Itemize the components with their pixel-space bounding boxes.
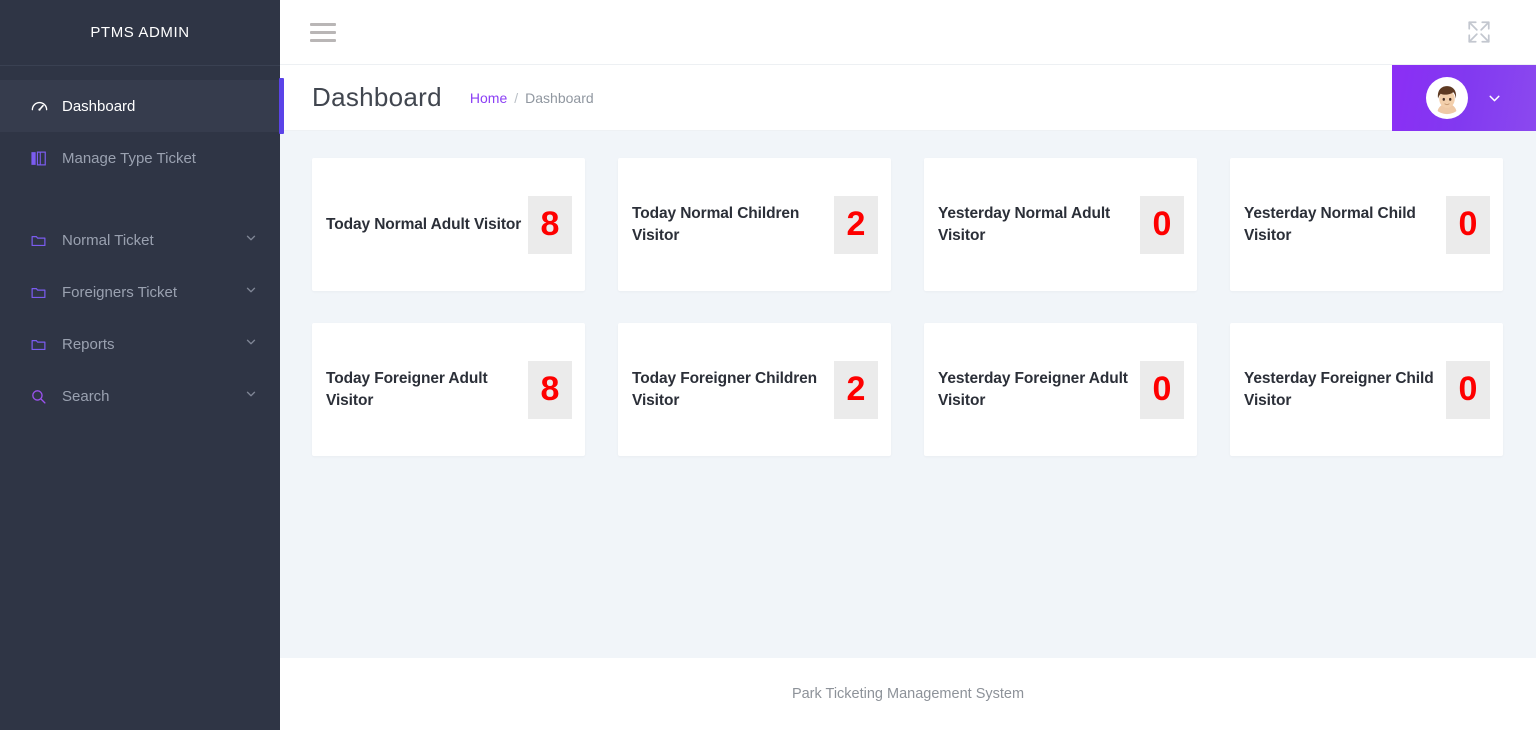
sidebar-item-label: Dashboard [62,98,258,115]
sidebar-item-search[interactable]: Search [0,370,280,422]
sidebar: PTMS ADMIN Dashboard [0,0,280,730]
stat-card[interactable]: Today Normal Adult Visitor 8 [312,158,585,291]
stat-card[interactable]: Yesterday Normal Adult Visitor 0 [924,158,1197,291]
stat-card-label: Today Normal Children Visitor [632,203,828,247]
active-nav-indicator [279,78,284,134]
stat-card-value: 0 [1140,361,1184,419]
speedometer-icon [30,97,54,116]
expand-arrows-icon[interactable] [1464,17,1494,47]
avatar [1426,77,1468,119]
columns-icon [30,150,54,167]
search-icon [30,388,54,405]
sidebar-section-header: s [0,184,280,214]
top-bar [280,0,1536,65]
stat-card-label: Today Normal Adult Visitor [326,214,522,236]
sidebar-item-label: Normal Ticket [62,232,244,249]
stat-card-row: Today Normal Adult Visitor 8 Today Norma… [312,158,1536,291]
stat-card-value: 2 [834,361,878,419]
chevron-down-icon[interactable] [244,231,258,249]
sidebar-item-label: Manage Type Ticket [62,150,258,167]
stat-card[interactable]: Yesterday Foreigner Adult Visitor 0 [924,323,1197,456]
brand-title: PTMS ADMIN [0,0,280,65]
stat-card-value: 8 [528,361,572,419]
sidebar-item-reports[interactable]: Reports [0,318,280,370]
breadcrumb-separator: / [514,90,518,106]
main-area: Dashboard Home / Dashboard [280,0,1536,730]
app-root: PTMS ADMIN Dashboard [0,0,1536,730]
stat-card[interactable]: Today Foreigner Children Visitor 2 [618,323,891,456]
folder-icon [30,284,54,301]
stat-card-value: 0 [1446,196,1490,254]
chevron-down-icon[interactable] [1486,90,1503,107]
stat-card[interactable]: Yesterday Normal Child Visitor 0 [1230,158,1503,291]
user-avatar-glyph [1428,79,1466,117]
breadcrumb-home-link[interactable]: Home [470,90,507,106]
folder-icon [30,232,54,249]
hamburger-icon[interactable] [308,19,338,45]
sidebar-item-dashboard[interactable]: Dashboard [0,80,280,132]
stat-card-label: Yesterday Foreigner Child Visitor [1244,368,1440,412]
stat-card-label: Today Foreigner Children Visitor [632,368,828,412]
footer-text: Park Ticketing Management System [792,686,1024,702]
user-menu[interactable] [1392,65,1536,131]
sidebar-item-manage-type-ticket[interactable]: Manage Type Ticket [0,132,280,184]
chevron-down-icon[interactable] [244,335,258,353]
sidebar-item-label: Search [62,388,244,405]
footer: Park Ticketing Management System [280,658,1536,730]
sidebar-spacer [0,66,280,80]
stat-card-value: 8 [528,196,572,254]
sidebar-item-label: Foreigners Ticket [62,284,244,301]
breadcrumb-current: Dashboard [525,90,594,106]
stat-card-label: Yesterday Normal Child Visitor [1244,203,1440,247]
stat-card-value: 2 [834,196,878,254]
stat-card-label: Yesterday Foreigner Adult Visitor [938,368,1134,412]
stat-card-label: Today Foreigner Adult Visitor [326,368,522,412]
sidebar-item-label: Reports [62,336,244,353]
stat-card-value: 0 [1446,361,1490,419]
dashboard-content: Today Normal Adult Visitor 8 Today Norma… [280,131,1536,724]
sidebar-item-foreigners-ticket[interactable]: Foreigners Ticket [0,266,280,318]
folder-icon [30,336,54,353]
page-title: Dashboard [312,82,442,113]
stat-card-row: Today Foreigner Adult Visitor 8 Today Fo… [312,323,1536,456]
stat-card-label: Yesterday Normal Adult Visitor [938,203,1134,247]
sidebar-item-normal-ticket[interactable]: Normal Ticket [0,214,280,266]
stat-card-value: 0 [1140,196,1184,254]
breadcrumb: Home / Dashboard [470,90,594,106]
page-header: Dashboard Home / Dashboard [280,65,1536,131]
chevron-down-icon[interactable] [244,387,258,405]
chevron-down-icon[interactable] [244,283,258,301]
stat-card[interactable]: Today Foreigner Adult Visitor 8 [312,323,585,456]
stat-card[interactable]: Yesterday Foreigner Child Visitor 0 [1230,323,1503,456]
stat-card[interactable]: Today Normal Children Visitor 2 [618,158,891,291]
